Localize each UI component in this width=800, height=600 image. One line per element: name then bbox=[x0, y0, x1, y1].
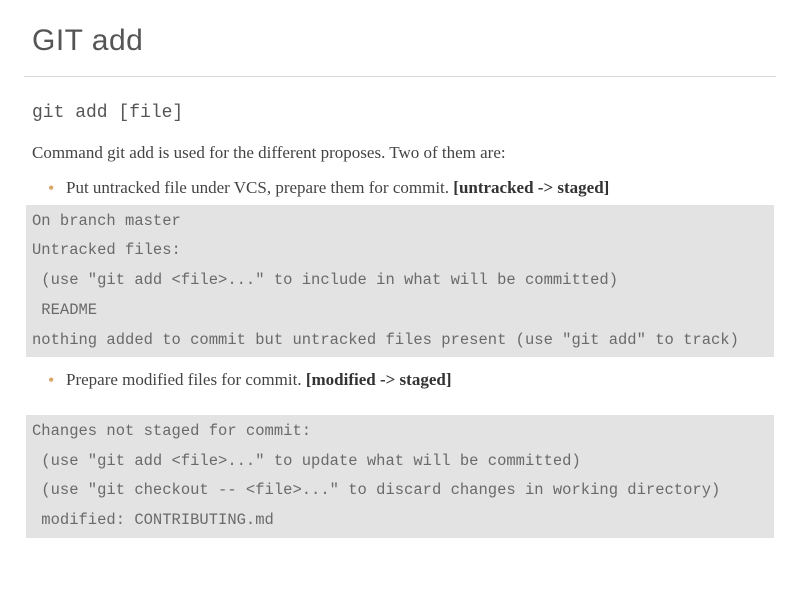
code-block: Changes not staged for commit: (use "git… bbox=[26, 415, 774, 538]
divider bbox=[24, 76, 776, 77]
list-item: Put untracked file under VCS, prepare th… bbox=[48, 175, 768, 201]
slide-content: GIT add git add [file] Command git add i… bbox=[0, 0, 800, 538]
bullet-list: Put untracked file under VCS, prepare th… bbox=[32, 175, 768, 201]
list-item-text: Prepare modified files for commit. bbox=[66, 370, 306, 389]
intro-text: Command git add is used for the differen… bbox=[32, 143, 768, 163]
list-item-strong: [untracked -> staged] bbox=[453, 178, 609, 197]
spacer bbox=[32, 397, 768, 415]
list-item-text: Put untracked file under VCS, prepare th… bbox=[66, 178, 453, 197]
page-title: GIT add bbox=[32, 24, 768, 58]
command-line: git add [file] bbox=[32, 103, 768, 123]
list-item: Prepare modified files for commit. [modi… bbox=[48, 367, 768, 393]
code-block: On branch master Untracked files: (use "… bbox=[26, 205, 774, 358]
bullet-list: Prepare modified files for commit. [modi… bbox=[32, 367, 768, 393]
list-item-strong: [modified -> staged] bbox=[306, 370, 452, 389]
